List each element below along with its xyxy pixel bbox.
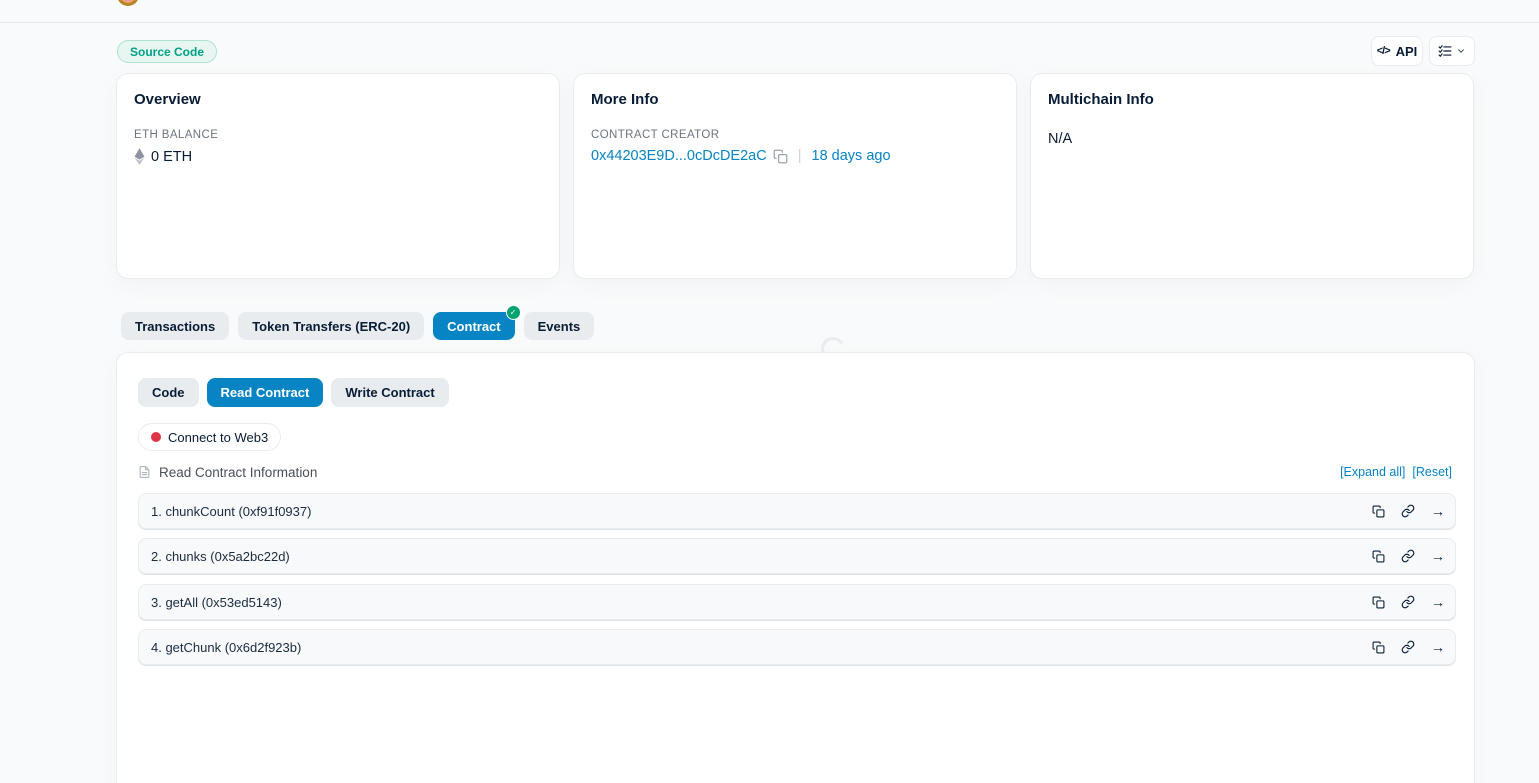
expand-all-link[interactable]: [Expand all] (1340, 465, 1405, 479)
permalink-icon[interactable] (1401, 640, 1415, 654)
tab-transactions[interactable]: Transactions (121, 312, 229, 340)
copy-method-icon[interactable] (1372, 596, 1385, 609)
address-tabs: Transactions Token Transfers (ERC-20) Co… (121, 312, 594, 340)
arrow-right-icon: → (1431, 640, 1445, 654)
list-check-icon (1438, 44, 1452, 58)
overview-card: Overview ETH BALANCE 0 ETH (116, 73, 560, 279)
overview-title: Overview (134, 91, 542, 108)
tab-events[interactable]: Events (524, 312, 595, 340)
creation-age-link[interactable]: 18 days ago (812, 148, 891, 164)
api-button[interactable]: </> API (1371, 36, 1423, 66)
copy-method-icon[interactable] (1372, 641, 1385, 654)
arrow-right-icon: → (1431, 595, 1445, 609)
connect-to-web3-label: Connect to Web3 (168, 430, 268, 445)
contract-creator-address-link[interactable]: 0x44203E9D...0cDcDE2aC (591, 148, 767, 164)
source-code-badge: Source Code (117, 40, 217, 63)
copy-method-icon[interactable] (1372, 505, 1385, 518)
contract-avatar (117, 0, 139, 6)
tab-contract[interactable]: Contract ✓ (433, 312, 514, 340)
more-info-card: More Info CONTRACT CREATOR 0x44203E9D...… (573, 73, 1017, 279)
section-title: Read Contract Information (159, 465, 317, 480)
disconnected-dot-icon (151, 432, 161, 442)
header-divider (0, 22, 1539, 23)
verified-check-icon: ✓ (506, 305, 521, 320)
connect-to-web3-button[interactable]: Connect to Web3 (138, 423, 281, 451)
copy-method-icon[interactable] (1372, 550, 1385, 563)
chevron-down-icon (1456, 46, 1466, 56)
arrow-right-icon: → (1431, 549, 1445, 563)
document-icon (138, 465, 151, 479)
query-arrow-icon[interactable]: → (1431, 595, 1445, 609)
arrow-right-icon: → (1431, 504, 1445, 518)
contract-creator-label: CONTRACT CREATOR (591, 129, 999, 141)
reset-link[interactable]: [Reset] (1412, 465, 1452, 479)
subtab-code[interactable]: Code (138, 378, 199, 407)
method-label: 3. getAll (0x53ed5143) (151, 595, 282, 610)
separator: | (798, 148, 802, 164)
method-row-chunkcount[interactable]: 1. chunkCount (0xf91f0937) → (138, 493, 1456, 529)
method-row-chunks[interactable]: 2. chunks (0x5a2bc22d) → (138, 538, 1456, 574)
subtab-read-contract[interactable]: Read Contract (207, 378, 324, 407)
api-button-label: API (1396, 44, 1418, 59)
method-row-getchunk[interactable]: 4. getChunk (0x6d2f923b) → (138, 629, 1456, 665)
permalink-icon[interactable] (1401, 504, 1415, 518)
method-label: 4. getChunk (0x6d2f923b) (151, 640, 301, 655)
more-info-title: More Info (591, 91, 999, 108)
code-icon: </> (1377, 45, 1390, 57)
permalink-icon[interactable] (1401, 595, 1415, 609)
tab-token-transfers[interactable]: Token Transfers (ERC-20) (238, 312, 424, 340)
method-label: 2. chunks (0x5a2bc22d) (151, 549, 290, 564)
query-arrow-icon[interactable]: → (1431, 504, 1445, 518)
read-contract-section-header: Read Contract Information [Expand all] [… (138, 463, 1452, 481)
ethereum-icon (134, 148, 145, 165)
subtab-write-contract[interactable]: Write Contract (331, 378, 448, 407)
multichain-title: Multichain Info (1048, 91, 1456, 108)
query-arrow-icon[interactable]: → (1431, 549, 1445, 563)
method-row-getall[interactable]: 3. getAll (0x53ed5143) → (138, 584, 1456, 620)
view-options-button[interactable] (1429, 36, 1475, 66)
contract-subtabs: Code Read Contract Write Contract (138, 378, 449, 407)
tab-contract-label: Contract (447, 319, 500, 334)
copy-address-button[interactable] (773, 149, 788, 164)
multichain-value: N/A (1048, 131, 1456, 147)
eth-balance-value: 0 ETH (151, 149, 192, 165)
eth-balance-label: ETH BALANCE (134, 129, 542, 141)
contract-panel: Code Read Contract Write Contract Connec… (116, 352, 1475, 783)
method-label: 1. chunkCount (0xf91f0937) (151, 504, 311, 519)
multichain-info-card: Multichain Info N/A (1030, 73, 1474, 279)
permalink-icon[interactable] (1401, 549, 1415, 563)
query-arrow-icon[interactable]: → (1431, 640, 1445, 654)
